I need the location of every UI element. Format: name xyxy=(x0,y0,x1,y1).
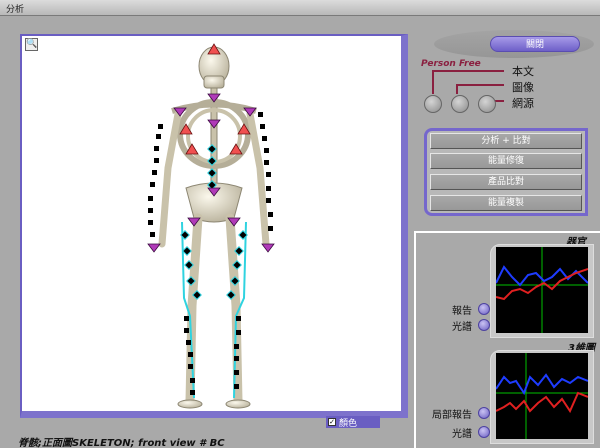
menu-energy-copy[interactable]: 能量複製 xyxy=(430,195,582,211)
color-toggle[interactable]: ✓ 顏色 xyxy=(326,416,380,429)
color-checkbox[interactable]: ✓ xyxy=(328,418,336,426)
title-bar: 分析 xyxy=(0,0,600,16)
close-button[interactable]: 關閉 xyxy=(490,36,580,52)
series-red-line xyxy=(496,391,588,414)
local-report-label: 局部報告 xyxy=(432,410,472,421)
panel-divider xyxy=(414,231,416,448)
menu-analyze-compare[interactable]: 分析 + 比對 xyxy=(430,133,582,149)
series-blue-line xyxy=(496,373,588,396)
option-label-image: 圖像 xyxy=(512,81,534,94)
window-title: 分析 xyxy=(6,5,25,15)
skeleton-illustration xyxy=(147,43,275,409)
option-label-source: 網源 xyxy=(512,97,534,110)
skeleton-viewer[interactable]: 🔍 xyxy=(20,34,408,418)
report-label: 報告 xyxy=(452,306,472,317)
spectrum-label: 光譜 xyxy=(452,322,472,333)
menu-product-compare[interactable]: 產品比對 xyxy=(430,174,582,190)
spectrum-button[interactable] xyxy=(478,319,490,331)
report-button[interactable] xyxy=(478,303,490,315)
local-report-button[interactable] xyxy=(478,407,490,419)
menu-energy-repair[interactable]: 能量修復 xyxy=(430,153,582,169)
color-toggle-label: 顏色 xyxy=(339,418,358,429)
organ-graph xyxy=(496,247,588,333)
connector-line xyxy=(432,70,504,72)
option-button-image[interactable] xyxy=(451,95,469,113)
connector-line xyxy=(432,70,434,94)
connector-line xyxy=(456,84,504,86)
3d-graph xyxy=(496,353,588,439)
status-text: 脊骸;正面圖SKELETON; front view # BC xyxy=(18,438,225,448)
option-button-text[interactable] xyxy=(424,95,442,113)
spectrum-label-2: 光譜 xyxy=(452,429,472,440)
option-label-text: 本文 xyxy=(512,65,534,78)
brand-label: Person Free xyxy=(421,59,481,69)
option-button-source[interactable] xyxy=(478,95,496,113)
spectrum-button-2[interactable] xyxy=(478,426,490,438)
